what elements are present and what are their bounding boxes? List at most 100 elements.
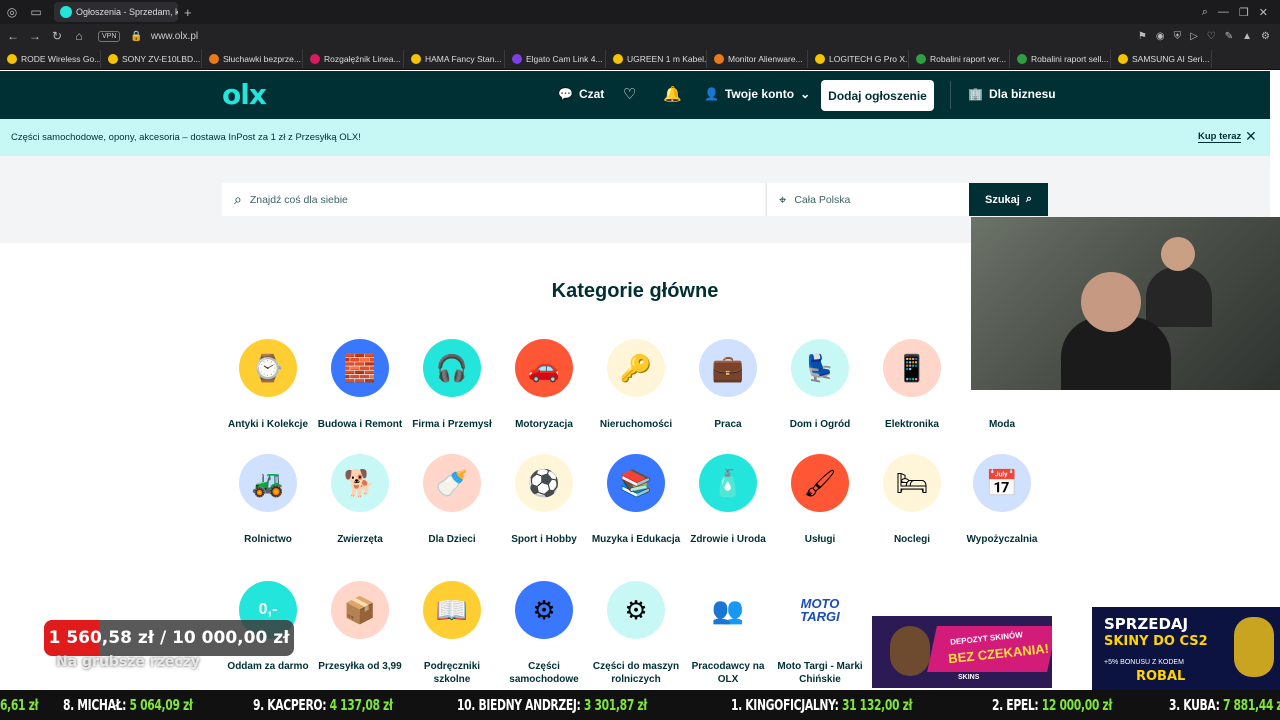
maximize-icon[interactable]: ❐	[1239, 6, 1249, 19]
category-perfume[interactable]: 🧴 Zdrowie i Uroda	[682, 454, 774, 546]
search-input[interactable]: ⌕ Znajdź coś dla siebie	[222, 183, 765, 216]
category-label: Dla Dzieci	[428, 534, 476, 545]
edit-icon[interactable]: ✎	[1225, 31, 1233, 42]
promo-banner: Części samochodowe, opony, akcesoria – d…	[0, 119, 1270, 156]
new-tab-button[interactable]: +	[184, 5, 192, 20]
category-label: Podręczniki szkolne	[423, 661, 481, 685]
category-tractor[interactable]: 🚜 Rolnictwo	[222, 454, 314, 546]
play-icon[interactable]: ▷	[1190, 31, 1198, 42]
search-button[interactable]: Szukaj ⌕	[969, 183, 1048, 216]
bookmark-favicon-icon	[512, 53, 522, 64]
bookmark-item[interactable]: HAMA Fancy Stan...	[407, 49, 505, 68]
paint-roller-icon: 🖌	[791, 454, 849, 512]
shield-icon[interactable]: ⛨	[1174, 31, 1182, 42]
reload-icon[interactable]: ↻	[48, 29, 66, 43]
url-field[interactable]: www.olx.pl	[151, 31, 198, 42]
promo-buy-now-link[interactable]: Kup teraz	[1198, 131, 1242, 143]
ticker-donor-name: 8. MICHAŁ:	[63, 696, 127, 714]
bookmark-item[interactable]: UGREEN 1 m Kabel...	[609, 49, 707, 68]
business-link[interactable]: 🏢 Dla biznesu	[968, 87, 1056, 101]
category-briefcase[interactable]: 💼 Praca	[682, 339, 774, 431]
category-gear[interactable]: ⚙ Części do maszyn rolniczych	[590, 581, 682, 686]
category-stroller[interactable]: 🍼 Dla Dzieci	[406, 454, 498, 546]
ticker-donor-amount: 6,61 zł	[0, 696, 39, 714]
lock-icon[interactable]: 🔒	[130, 31, 142, 42]
webcam-overlay	[971, 217, 1280, 390]
category-car[interactable]: 🚗 Motoryzacja	[498, 339, 590, 431]
bookmark-item[interactable]: Elgato Cam Link 4...	[508, 49, 606, 68]
browser-menu-icon[interactable]: ◎	[0, 0, 24, 24]
ticker-donor-name: 3. KUBA:	[1169, 696, 1220, 714]
chat-link[interactable]: 💬 Czat	[558, 87, 604, 101]
category-moto-targi[interactable]: MOTO TARGI Moto Targi - Marki Chińskie	[774, 581, 866, 686]
browser-tab-bar: ◎ ▭ Ogłoszenia - Sprzedam, ku × + ⌕ — ❐ …	[0, 0, 1280, 24]
tractor-icon: 🚜	[239, 454, 297, 512]
forward-icon[interactable]: →	[26, 29, 44, 43]
vpn-badge[interactable]: VPN	[98, 30, 121, 42]
person-background-body	[1146, 267, 1212, 327]
ticker-donor-name: 2. EPEL:	[992, 696, 1039, 714]
category-football[interactable]: ⚽ Sport i Hobby	[498, 454, 590, 546]
ad-person	[890, 626, 930, 676]
location-input[interactable]: ⌖ Cała Polska	[766, 183, 969, 216]
bookmark-item[interactable]: RODE Wireless Go...	[3, 49, 101, 68]
olx-logo[interactable]: olx	[222, 81, 267, 109]
category-dog[interactable]: 🐕 Zwierzęta	[314, 454, 406, 546]
armchair-icon: 💺	[791, 339, 849, 397]
bookmark-item[interactable]: Monitor Alienware...	[710, 49, 808, 68]
tab-title: Ogłoszenia - Sprzedam, ku	[76, 7, 178, 17]
bookmark-item[interactable]: Rozgałęźnik Linea...	[306, 49, 404, 68]
category-books[interactable]: 📚 Muzyka i Edukacja	[590, 454, 682, 546]
category-label: Zwierzęta	[337, 534, 383, 545]
briefcase-icon: 💼	[699, 339, 757, 397]
bookmark-item[interactable]: SAMSUNG AI Seri...	[1114, 49, 1212, 68]
promo-text: Części samochodowe, opony, akcesoria – d…	[11, 132, 361, 143]
skins-deposit-ad: DEPOZYT SKINÓW BEZ CZEKANIA! SKINS	[872, 616, 1052, 688]
category-calendar[interactable]: 📅 Wypożyczalnia	[956, 454, 1048, 546]
notifications-bell-icon[interactable]: 🔔	[663, 85, 682, 103]
category-package[interactable]: 📦 Przesyłka od 3,99	[314, 581, 406, 673]
category-armchair[interactable]: 💺 Dom i Ogród	[774, 339, 866, 431]
category-turbo[interactable]: ⚙ Części samochodowe	[498, 581, 590, 686]
snapshot-icon[interactable]: ◉	[1156, 31, 1165, 42]
workspaces-icon[interactable]: ▭	[24, 0, 48, 24]
back-icon[interactable]: ←	[4, 29, 22, 43]
category-label: Motoryzacja	[515, 419, 573, 430]
close-icon[interactable]: ✕	[1245, 128, 1257, 145]
extension-icon[interactable]: ▲	[1242, 31, 1252, 42]
category-paint-roller[interactable]: 🖌 Usługi	[774, 454, 866, 546]
account-menu[interactable]: 👤 Twoje konto ⌄	[704, 87, 810, 101]
bookmark-item[interactable]: Robalini raport sell...	[1013, 49, 1111, 68]
category-keys[interactable]: 🔑 Nieruchomości	[590, 339, 682, 431]
category-pocket-watch[interactable]: ⌚ Antyki i Kolekcje	[222, 339, 314, 431]
category-bed[interactable]: 🛏 Noclegi	[866, 454, 958, 546]
favorites-heart-icon[interactable]: ♡	[623, 85, 636, 103]
bookmark-label: LOGITECH G Pro X...	[829, 53, 909, 64]
dog-icon: 🐕	[331, 454, 389, 512]
heart-icon[interactable]: ♡	[1207, 31, 1216, 42]
category-textbooks[interactable]: 📖 Podręczniki szkolne	[406, 581, 498, 686]
home-icon[interactable]: ⌂	[70, 29, 88, 43]
category-bricks[interactable]: 🧱 Budowa i Remont	[314, 339, 406, 431]
bookmark-icon[interactable]: ⚑	[1138, 31, 1147, 42]
category-label: Elektronika	[885, 419, 939, 430]
bookmark-item[interactable]: SONY ZV-E10LBD...	[104, 49, 202, 68]
search-tabs-icon[interactable]: ⌕	[1202, 6, 1208, 19]
browser-tab-active[interactable]: Ogłoszenia - Sprzedam, ku ×	[54, 2, 178, 22]
minimize-icon[interactable]: —	[1218, 6, 1229, 19]
category-smartphone[interactable]: 📱 Elektronika	[866, 339, 958, 431]
bookmark-item[interactable]: Słuchawki bezprze...	[205, 49, 303, 68]
close-window-icon[interactable]: ✕	[1259, 6, 1268, 19]
bookmark-label: Elgato Cam Link 4...	[526, 53, 603, 64]
add-listing-button[interactable]: Dodaj ogłoszenie	[821, 80, 934, 111]
bookmark-item[interactable]: Robalini raport ver...	[912, 49, 1010, 68]
ad-mascot	[1234, 617, 1274, 677]
search-icon: ⌕	[1025, 193, 1033, 205]
category-ear-defenders[interactable]: 🎧 Firma i Przemysł	[406, 339, 498, 431]
keys-icon: 🔑	[607, 339, 665, 397]
category-employers[interactable]: 👥 Pracodawcy na OLX	[682, 581, 774, 686]
settings-icon[interactable]: ⚙	[1261, 31, 1270, 42]
bookmark-favicon-icon	[1118, 53, 1128, 64]
bookmark-favicon-icon	[714, 53, 724, 64]
bookmark-item[interactable]: LOGITECH G Pro X...	[811, 49, 909, 68]
